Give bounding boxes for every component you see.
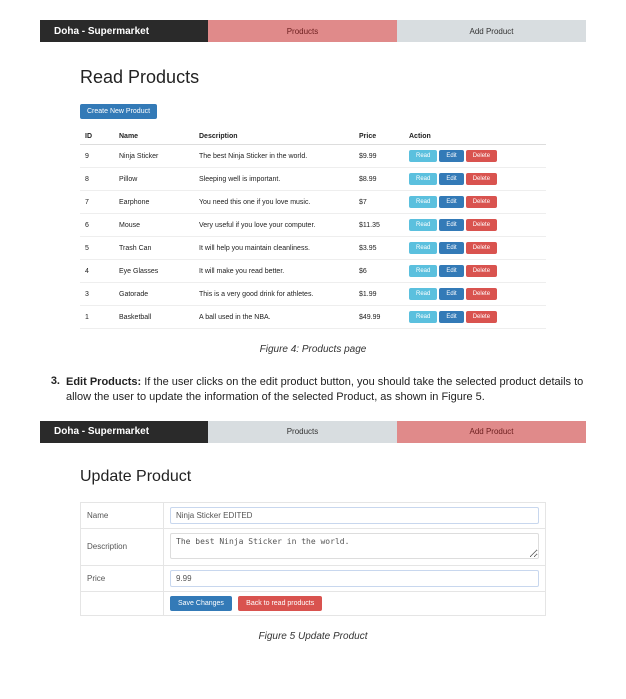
th-id: ID (80, 129, 114, 145)
edit-button[interactable]: Edit (439, 173, 463, 185)
cell-description: It will make you read better. (194, 260, 354, 283)
back-to-products-button[interactable]: Back to read products (238, 596, 322, 611)
save-changes-button[interactable]: Save Changes (170, 596, 232, 611)
delete-button[interactable]: Delete (466, 242, 497, 254)
cell-description: This is a very good drink for athletes. (194, 283, 354, 306)
cell-id: 5 (80, 237, 114, 260)
delete-button[interactable]: Delete (466, 219, 497, 231)
cell-description: Very useful if you love your computer. (194, 214, 354, 237)
brand: Doha - Supermarket (40, 421, 208, 443)
read-button[interactable]: Read (409, 242, 437, 254)
cell-price: $3.95 (354, 237, 404, 260)
cell-id: 1 (80, 306, 114, 329)
navbar-fig5: Doha - Supermarket Products Add Product (40, 421, 586, 443)
figure5-caption: Figure 5 Update Product (40, 631, 586, 642)
cell-name: Earphone (114, 191, 194, 214)
table-row: 4Eye GlassesIt will make you read better… (80, 260, 546, 283)
delete-button[interactable]: Delete (466, 196, 497, 208)
cell-price: $8.99 (354, 168, 404, 191)
cell-id: 9 (80, 145, 114, 168)
th-description: Description (194, 129, 354, 145)
cell-price: $7 (354, 191, 404, 214)
cell-price: $1.99 (354, 283, 404, 306)
cell-id: 4 (80, 260, 114, 283)
step-number: 3. (40, 375, 66, 406)
name-field[interactable] (170, 507, 539, 524)
edit-button[interactable]: Edit (439, 196, 463, 208)
figure4-caption: Figure 4: Products page (40, 344, 586, 355)
step-label: Edit Products: (66, 376, 141, 388)
label-price: Price (81, 565, 164, 591)
cell-name: Gatorade (114, 283, 194, 306)
update-title: Update Product (80, 468, 546, 486)
cell-price: $6 (354, 260, 404, 283)
table-row: 5Trash CanIt will help you maintain clea… (80, 237, 546, 260)
price-field[interactable] (170, 570, 539, 587)
cell-name: Mouse (114, 214, 194, 237)
step-body: If the user clicks on the edit product b… (66, 376, 583, 403)
read-button[interactable]: Read (409, 196, 437, 208)
instruction-step-3: 3. Edit Products: If the user clicks on … (40, 375, 586, 406)
cell-description: Sleeping well is important. (194, 168, 354, 191)
tab-add-product[interactable]: Add Product (397, 20, 586, 42)
cell-description: A ball used in the NBA. (194, 306, 354, 329)
edit-button[interactable]: Edit (439, 311, 463, 323)
th-action: Action (404, 129, 546, 145)
label-description: Description (81, 528, 164, 565)
cell-price: $11.35 (354, 214, 404, 237)
edit-button[interactable]: Edit (439, 288, 463, 300)
table-row: 8PillowSleeping well is important.$8.99 R… (80, 168, 546, 191)
table-row: 3GatoradeThis is a very good drink for a… (80, 283, 546, 306)
update-form: Name Description Price Save Changes Back… (80, 502, 546, 616)
label-name: Name (81, 502, 164, 528)
tab-add-product[interactable]: Add Product (397, 421, 586, 443)
cell-name: Eye Glasses (114, 260, 194, 283)
cell-id: 6 (80, 214, 114, 237)
cell-name: Basketball (114, 306, 194, 329)
read-button[interactable]: Read (409, 173, 437, 185)
cell-name: Trash Can (114, 237, 194, 260)
edit-button[interactable]: Edit (439, 242, 463, 254)
cell-id: 3 (80, 283, 114, 306)
create-new-product-button[interactable]: Create New Product (80, 104, 157, 119)
cell-price: $49.99 (354, 306, 404, 329)
cell-description: You need this one if you love music. (194, 191, 354, 214)
read-button[interactable]: Read (409, 219, 437, 231)
delete-button[interactable]: Delete (466, 150, 497, 162)
tab-products[interactable]: Products (208, 421, 397, 443)
delete-button[interactable]: Delete (466, 173, 497, 185)
cell-name: Pillow (114, 168, 194, 191)
read-button[interactable]: Read (409, 311, 437, 323)
tab-products[interactable]: Products (208, 20, 397, 42)
cell-price: $9.99 (354, 145, 404, 168)
navbar-fig4: Doha - Supermarket Products Add Product (40, 20, 586, 42)
delete-button[interactable]: Delete (466, 311, 497, 323)
products-table: ID Name Description Price Action 9Ninja … (80, 129, 546, 329)
table-row: 9Ninja StickerThe best Ninja Sticker in … (80, 145, 546, 168)
cell-name: Ninja Sticker (114, 145, 194, 168)
th-price: Price (354, 129, 404, 145)
delete-button[interactable]: Delete (466, 288, 497, 300)
cell-description: It will help you maintain cleanliness. (194, 237, 354, 260)
table-row: 1BasketballA ball used in the NBA.$49.99… (80, 306, 546, 329)
th-name: Name (114, 129, 194, 145)
step-text: Edit Products: If the user clicks on the… (66, 375, 586, 406)
edit-button[interactable]: Edit (439, 265, 463, 277)
cell-description: The best Ninja Sticker in the world. (194, 145, 354, 168)
page-title: Read Products (80, 67, 546, 88)
read-button[interactable]: Read (409, 265, 437, 277)
brand: Doha - Supermarket (40, 20, 208, 42)
read-button[interactable]: Read (409, 288, 437, 300)
delete-button[interactable]: Delete (466, 265, 497, 277)
edit-button[interactable]: Edit (439, 150, 463, 162)
cell-id: 8 (80, 168, 114, 191)
table-row: 6MouseVery useful if you love your compu… (80, 214, 546, 237)
table-row: 7EarphoneYou need this one if you love m… (80, 191, 546, 214)
read-button[interactable]: Read (409, 150, 437, 162)
edit-button[interactable]: Edit (439, 219, 463, 231)
cell-id: 7 (80, 191, 114, 214)
description-field[interactable] (170, 533, 539, 559)
